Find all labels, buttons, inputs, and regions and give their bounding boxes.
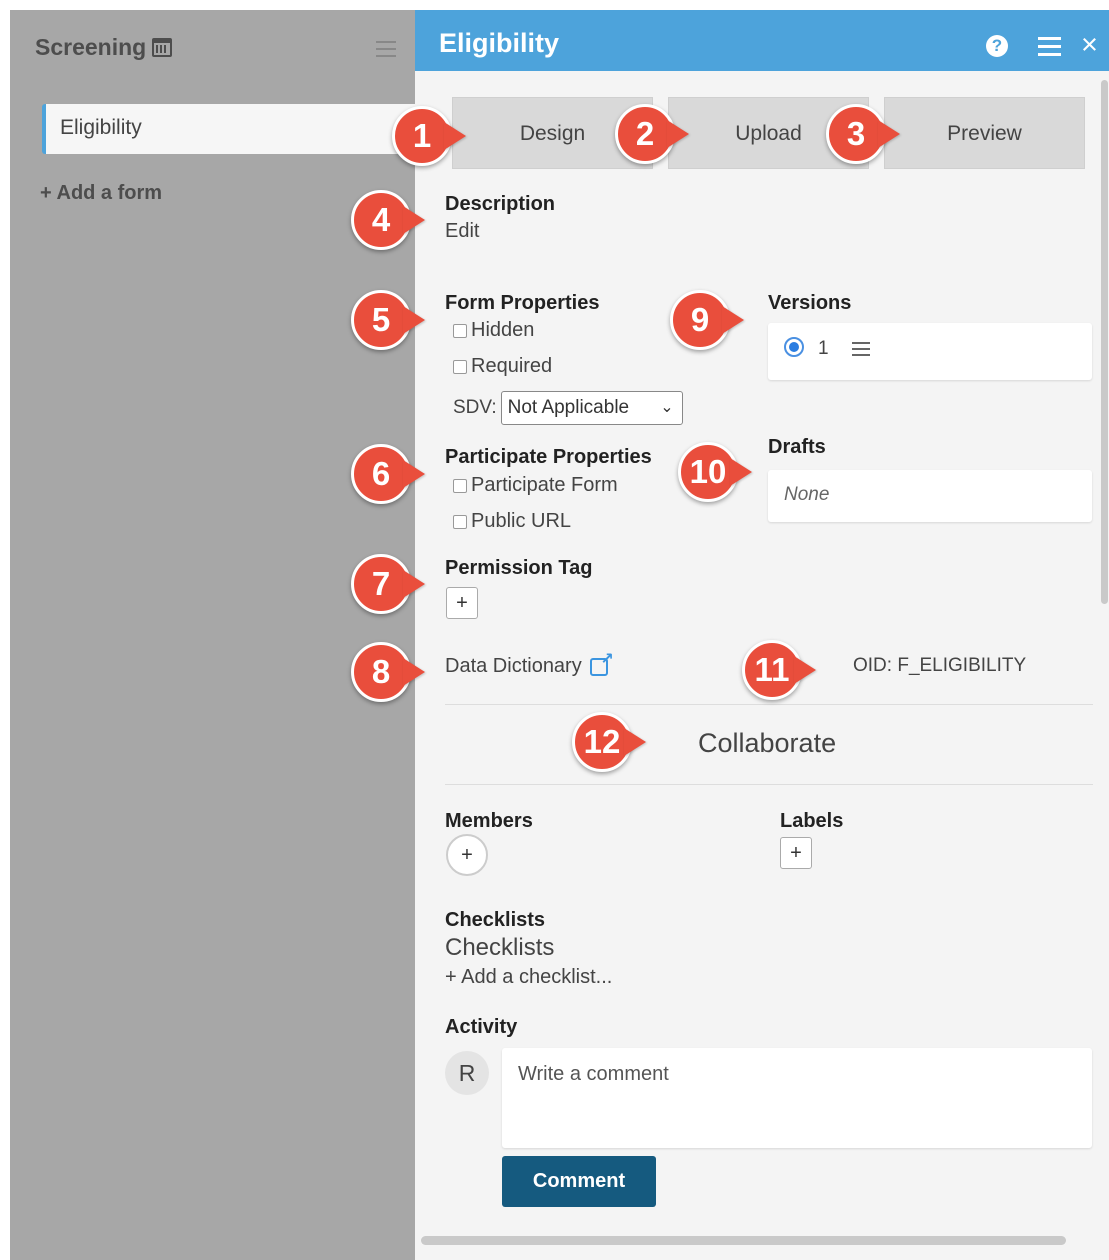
add-label-button[interactable]: +	[780, 837, 812, 869]
version-radio[interactable]	[784, 337, 804, 357]
vertical-scrollbar[interactable]	[1101, 80, 1108, 604]
callout-8: 8	[351, 642, 425, 702]
versions-heading: Versions	[768, 292, 852, 314]
hidden-checkbox[interactable]	[453, 323, 467, 338]
callout-5: 5	[351, 290, 425, 350]
checklists-subheading: Checklists	[445, 934, 555, 961]
callout-10: 10	[678, 442, 752, 502]
permission-tag-heading: Permission Tag	[445, 557, 593, 579]
drafts-empty-text: None	[784, 484, 830, 505]
comment-button[interactable]: Comment	[502, 1156, 656, 1207]
close-icon[interactable]: ×	[1081, 30, 1098, 60]
hidden-checkbox-row[interactable]: Hidden	[453, 319, 534, 342]
callout-12: 12	[572, 712, 646, 772]
callout-7: 7	[351, 554, 425, 614]
sidebar-item-label: Eligibility	[60, 116, 142, 139]
hamburger-menu-icon[interactable]	[376, 41, 396, 57]
collaborate-heading: Collaborate	[698, 728, 837, 758]
sidebar-title: Screening	[35, 34, 173, 61]
data-dictionary-label: Data Dictionary	[445, 655, 582, 677]
description-edit-link[interactable]: Edit	[445, 220, 479, 243]
participate-form-checkbox[interactable]	[453, 478, 467, 493]
help-icon[interactable]: ?	[986, 35, 1008, 57]
activity-heading: Activity	[445, 1016, 518, 1038]
callout-9: 9	[670, 290, 744, 350]
panel-header: Eligibility ? ×	[415, 10, 1109, 71]
sdv-label: SDV:	[453, 397, 497, 418]
sdv-selected-value: Not Applicable	[507, 397, 630, 418]
drafts-list: None	[768, 470, 1092, 522]
add-form-link[interactable]: + Add a form	[40, 182, 162, 205]
callout-1: 1	[392, 106, 466, 166]
form-detail-panel: Eligibility ? × Design Upload Preview De…	[415, 10, 1109, 1260]
callout-4: 4	[351, 190, 425, 250]
participate-properties-heading: Participate Properties	[445, 446, 652, 468]
preview-button[interactable]: Preview	[884, 97, 1085, 169]
divider	[445, 704, 1093, 705]
labels-heading: Labels	[780, 810, 844, 832]
required-checkbox[interactable]	[453, 359, 467, 374]
callout-3: 3	[826, 104, 900, 164]
sidebar-item-eligibility[interactable]: Eligibility	[42, 104, 422, 154]
divider	[445, 784, 1093, 785]
sdv-select[interactable]: Not Applicable ⌄	[500, 391, 683, 425]
calendar-icon[interactable]	[152, 38, 173, 57]
add-checklist-link[interactable]: + Add a checklist...	[445, 966, 612, 989]
sdv-row: SDV: Not Applicable ⌄	[453, 391, 683, 425]
callout-2: 2	[615, 104, 689, 164]
hidden-label: Hidden	[471, 319, 535, 341]
add-member-button[interactable]: +	[446, 834, 488, 876]
versions-list: 1	[768, 323, 1092, 380]
drafts-heading: Drafts	[768, 436, 826, 458]
form-oid: OID: F_ELIGIBILITY	[853, 655, 1027, 676]
avatar: R	[445, 1051, 489, 1095]
menu-icon[interactable]	[1038, 37, 1061, 56]
callout-6: 6	[351, 444, 425, 504]
chevron-down-icon: ⌄	[660, 399, 674, 416]
add-permission-tag-button[interactable]: +	[446, 587, 478, 619]
public-url-checkbox-row[interactable]: Public URL	[453, 510, 571, 533]
public-url-label: Public URL	[471, 510, 572, 532]
version-menu-icon[interactable]	[852, 342, 870, 356]
comment-input[interactable]: Write a comment	[502, 1048, 1092, 1148]
public-url-checkbox[interactable]	[453, 514, 467, 529]
callout-11: 11	[742, 640, 816, 700]
required-checkbox-row[interactable]: Required	[453, 355, 552, 378]
sidebar-title-text: Screening	[35, 34, 147, 60]
checklists-heading: Checklists	[445, 909, 546, 931]
participate-form-label: Participate Form	[471, 474, 618, 496]
comment-placeholder: Write a comment	[518, 1063, 669, 1085]
participate-form-checkbox-row[interactable]: Participate Form	[453, 474, 618, 497]
data-dictionary-link[interactable]: Data Dictionary	[445, 649, 614, 678]
required-label: Required	[471, 355, 553, 377]
form-properties-heading: Form Properties	[445, 292, 600, 314]
version-number: 1	[818, 338, 829, 359]
horizontal-scrollbar[interactable]	[421, 1236, 1066, 1245]
description-heading: Description	[445, 193, 556, 215]
external-link-icon	[589, 649, 614, 676]
panel-title: Eligibility	[439, 28, 560, 58]
members-heading: Members	[445, 810, 533, 832]
